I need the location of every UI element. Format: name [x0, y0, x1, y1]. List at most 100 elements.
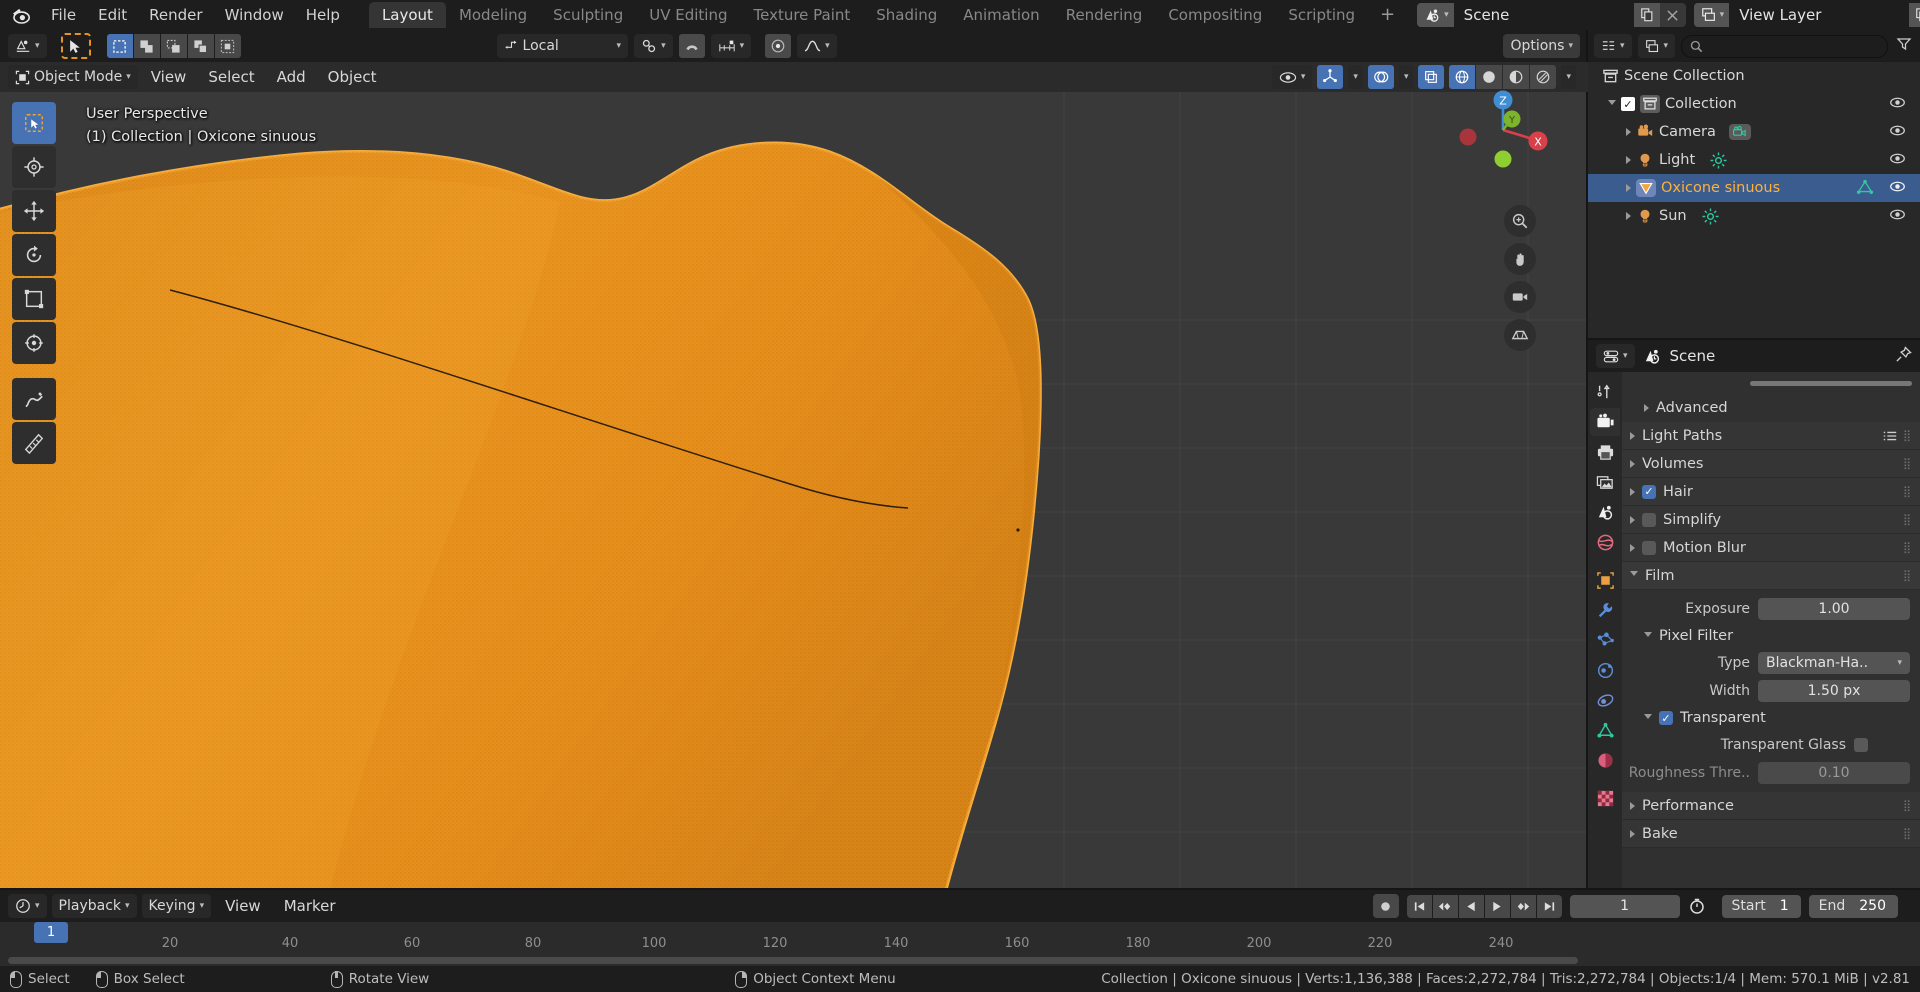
properties-tab-particles[interactable]	[1590, 626, 1620, 654]
cursor-tool-icon[interactable]	[12, 146, 56, 188]
workspace-tab-sculpting[interactable]: Sculpting	[540, 2, 636, 28]
menu-help[interactable]: Help	[295, 3, 351, 27]
viewport-canvas[interactable]: User Perspective (1) Collection | Oxicon…	[0, 92, 1588, 890]
shading-dropdown[interactable]: ▾	[1561, 65, 1576, 89]
viewport-menu-object[interactable]: Object	[319, 65, 386, 89]
workspace-tab-animation[interactable]: Animation	[950, 2, 1052, 28]
properties-tab-material[interactable]	[1590, 746, 1620, 774]
panel-drag-handle[interactable]: ⣿	[1903, 458, 1912, 469]
panel-advanced[interactable]: Advanced	[1622, 394, 1920, 422]
panel-motion-blur[interactable]: Motion Blur ⣿	[1622, 534, 1920, 562]
light-data-icon[interactable]	[1702, 207, 1719, 225]
play-icon[interactable]	[1484, 894, 1510, 918]
add-workspace-button[interactable]: +	[1368, 4, 1407, 26]
editor-divider-horizontal-bottom[interactable]	[0, 888, 1920, 890]
object-mode-dropdown[interactable]: Object Mode ▾	[8, 65, 138, 89]
panel-pixel-filter[interactable]: Pixel Filter	[1622, 623, 1920, 649]
panel-drag-handle[interactable]: ⣿	[1903, 570, 1912, 581]
select-box-icon[interactable]	[106, 34, 133, 58]
select-subtract-icon[interactable]	[160, 34, 187, 58]
chevron-right-icon[interactable]	[1626, 184, 1631, 192]
workspace-tab-modeling[interactable]: Modeling	[446, 2, 540, 28]
transparent-checkbox[interactable]: ✓	[1659, 711, 1673, 725]
panel-simplify[interactable]: Simplify ⣿	[1622, 506, 1920, 534]
properties-tab-tool[interactable]	[1590, 378, 1620, 406]
properties-tab-texture[interactable]	[1590, 784, 1620, 812]
properties-editor[interactable]: ▾ Scene Advanced Light Paths ⣿ Volumes ⣿…	[1588, 340, 1920, 890]
visibility-eye-icon[interactable]	[1889, 152, 1906, 169]
snap-magnet-button[interactable]	[678, 34, 705, 58]
camera-data-icon[interactable]	[1728, 124, 1751, 140]
chevron-right-icon[interactable]	[1626, 156, 1631, 164]
collection-checkbox[interactable]: ✓	[1621, 97, 1635, 111]
transform-orientation-dropdown[interactable]: Local ▾	[496, 34, 629, 58]
hair-checkbox[interactable]: ✓	[1642, 484, 1656, 499]
panel-light-paths[interactable]: Light Paths ⣿	[1622, 422, 1920, 450]
select-difference-icon[interactable]	[187, 34, 214, 58]
motion-blur-checkbox[interactable]	[1642, 540, 1656, 555]
outliner-row-camera[interactable]: Camera	[1588, 118, 1920, 146]
transparent-glass-checkbox[interactable]	[1854, 738, 1868, 752]
falloff-dropdown[interactable]: ▾	[797, 34, 837, 58]
menu-file[interactable]: File	[40, 3, 87, 27]
outliner-row-scene-collection[interactable]: Scene Collection	[1588, 62, 1920, 90]
editor-type-outliner-icon[interactable]: ▾	[1594, 34, 1632, 58]
visibility-eye-icon[interactable]	[1889, 208, 1906, 225]
properties-tab-render[interactable]	[1590, 408, 1620, 436]
editor-divider-vertical[interactable]	[1586, 30, 1588, 890]
menu-render[interactable]: Render	[138, 3, 213, 27]
outliner-row-sun[interactable]: Sun	[1588, 202, 1920, 230]
move-tool-icon[interactable]	[12, 190, 56, 232]
outliner-row-collection[interactable]: ✓ Collection	[1588, 90, 1920, 118]
tweak-cursor-button[interactable]	[60, 33, 91, 59]
annotate-tool-icon[interactable]	[12, 378, 56, 420]
gizmo-toggle-button[interactable]	[1317, 65, 1344, 89]
scale-tool-icon[interactable]	[12, 278, 56, 320]
properties-tab-scene[interactable]	[1590, 498, 1620, 526]
outliner-row-light[interactable]: Light	[1588, 146, 1920, 174]
tweak-tool-icon[interactable]	[12, 102, 56, 144]
panel-drag-handle[interactable]: ⣿	[1903, 486, 1912, 497]
measure-tool-icon[interactable]	[12, 422, 56, 464]
pan-hand-icon[interactable]	[1504, 243, 1536, 275]
object-visibility-dropdown[interactable]: ▾	[1271, 65, 1313, 89]
roughness-field[interactable]: 0.10	[1758, 762, 1910, 784]
properties-tab-physics[interactable]	[1590, 656, 1620, 684]
use-preview-range-icon[interactable]	[1688, 897, 1706, 915]
panel-drag-handle[interactable]: ⣿	[1903, 542, 1912, 553]
menu-edit[interactable]: Edit	[87, 3, 138, 27]
panel-hair[interactable]: ✓ Hair ⣿	[1622, 478, 1920, 506]
panel-drag-handle[interactable]: ⣿	[1903, 514, 1912, 525]
panel-drag-handle[interactable]: ⣿	[1903, 800, 1912, 811]
timeline-menu-keying[interactable]: Keying ▾	[141, 894, 212, 918]
viewport-menu-select[interactable]: Select	[199, 65, 263, 89]
view-layer-name-field[interactable]: View Layer	[1729, 3, 1910, 27]
scene-browse-button[interactable]: ▾	[1417, 3, 1454, 27]
start-frame-value[interactable]: 1	[1776, 898, 1801, 914]
properties-tab-data[interactable]	[1590, 716, 1620, 744]
end-frame-value[interactable]: 250	[1855, 898, 1898, 914]
outliner-filter-icon[interactable]	[1894, 36, 1914, 56]
timeline-menu-playback[interactable]: Playback ▾	[51, 894, 137, 918]
navigation-gizmo[interactable]: Z X Y	[1458, 85, 1548, 175]
jump-end-icon[interactable]	[1536, 894, 1562, 918]
outliner-editor[interactable]: ▾ ▾ Scene Collection ✓ Collection Camera…	[1588, 30, 1920, 340]
outliner-row-oxicone-sinuous[interactable]: Oxicone sinuous	[1588, 174, 1920, 202]
scrollbar-top[interactable]	[1750, 380, 1912, 386]
scene-name-field[interactable]: Scene	[1453, 3, 1634, 27]
workspace-tab-scripting[interactable]: Scripting	[1275, 2, 1368, 28]
jump-start-icon[interactable]	[1406, 894, 1432, 918]
properties-tab-output[interactable]	[1590, 438, 1620, 466]
workspace-tab-layout[interactable]: Layout	[368, 2, 446, 28]
overlays-dropdown[interactable]: ▾	[1398, 65, 1414, 89]
timeline-playhead[interactable]: 1	[34, 922, 68, 943]
workspace-tab-texture-paint[interactable]: Texture Paint	[740, 2, 863, 28]
next-keyframe-icon[interactable]	[1510, 894, 1536, 918]
auto-keying-record-icon[interactable]	[1372, 894, 1399, 918]
editor-type-properties-icon[interactable]: ▾	[1596, 344, 1635, 368]
properties-tab-modifier[interactable]	[1590, 596, 1620, 624]
properties-tab-view-layer[interactable]	[1590, 468, 1620, 496]
visibility-eye-icon[interactable]	[1889, 96, 1906, 113]
camera-view-icon[interactable]	[1504, 281, 1536, 313]
blender-logo-icon[interactable]	[10, 1, 34, 29]
